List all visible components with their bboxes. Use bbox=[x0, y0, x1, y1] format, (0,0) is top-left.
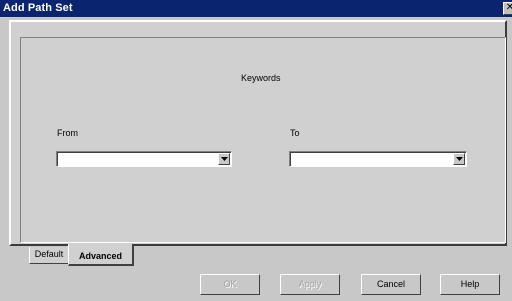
from-dropdown-arrow-button[interactable] bbox=[218, 153, 230, 165]
title-bar[interactable]: Add Path Set ✕ bbox=[0, 0, 512, 17]
chevron-down-icon bbox=[221, 157, 228, 161]
to-dropdown[interactable] bbox=[289, 151, 467, 167]
keywords-label: Keywords bbox=[241, 73, 281, 83]
ok-button[interactable]: OK bbox=[200, 274, 260, 295]
close-button[interactable]: ✕ bbox=[503, 2, 512, 15]
tab-default[interactable]: Default bbox=[29, 247, 69, 264]
close-icon: ✕ bbox=[505, 2, 512, 13]
from-dropdown[interactable] bbox=[56, 151, 232, 167]
dialog-window: Add Path Set ✕ Keywords From To Default … bbox=[0, 0, 512, 301]
from-label: From bbox=[57, 128, 78, 138]
apply-button[interactable]: Apply bbox=[280, 274, 340, 295]
chevron-down-icon bbox=[456, 157, 463, 161]
tab-advanced[interactable]: Advanced bbox=[68, 244, 134, 266]
help-button[interactable]: Help bbox=[440, 274, 500, 295]
to-label: To bbox=[290, 128, 300, 138]
window-title: Add Path Set bbox=[3, 2, 73, 14]
cancel-button[interactable]: Cancel bbox=[361, 274, 421, 295]
to-dropdown-arrow-button[interactable] bbox=[453, 153, 465, 165]
panel-inner-frame bbox=[20, 37, 506, 243]
